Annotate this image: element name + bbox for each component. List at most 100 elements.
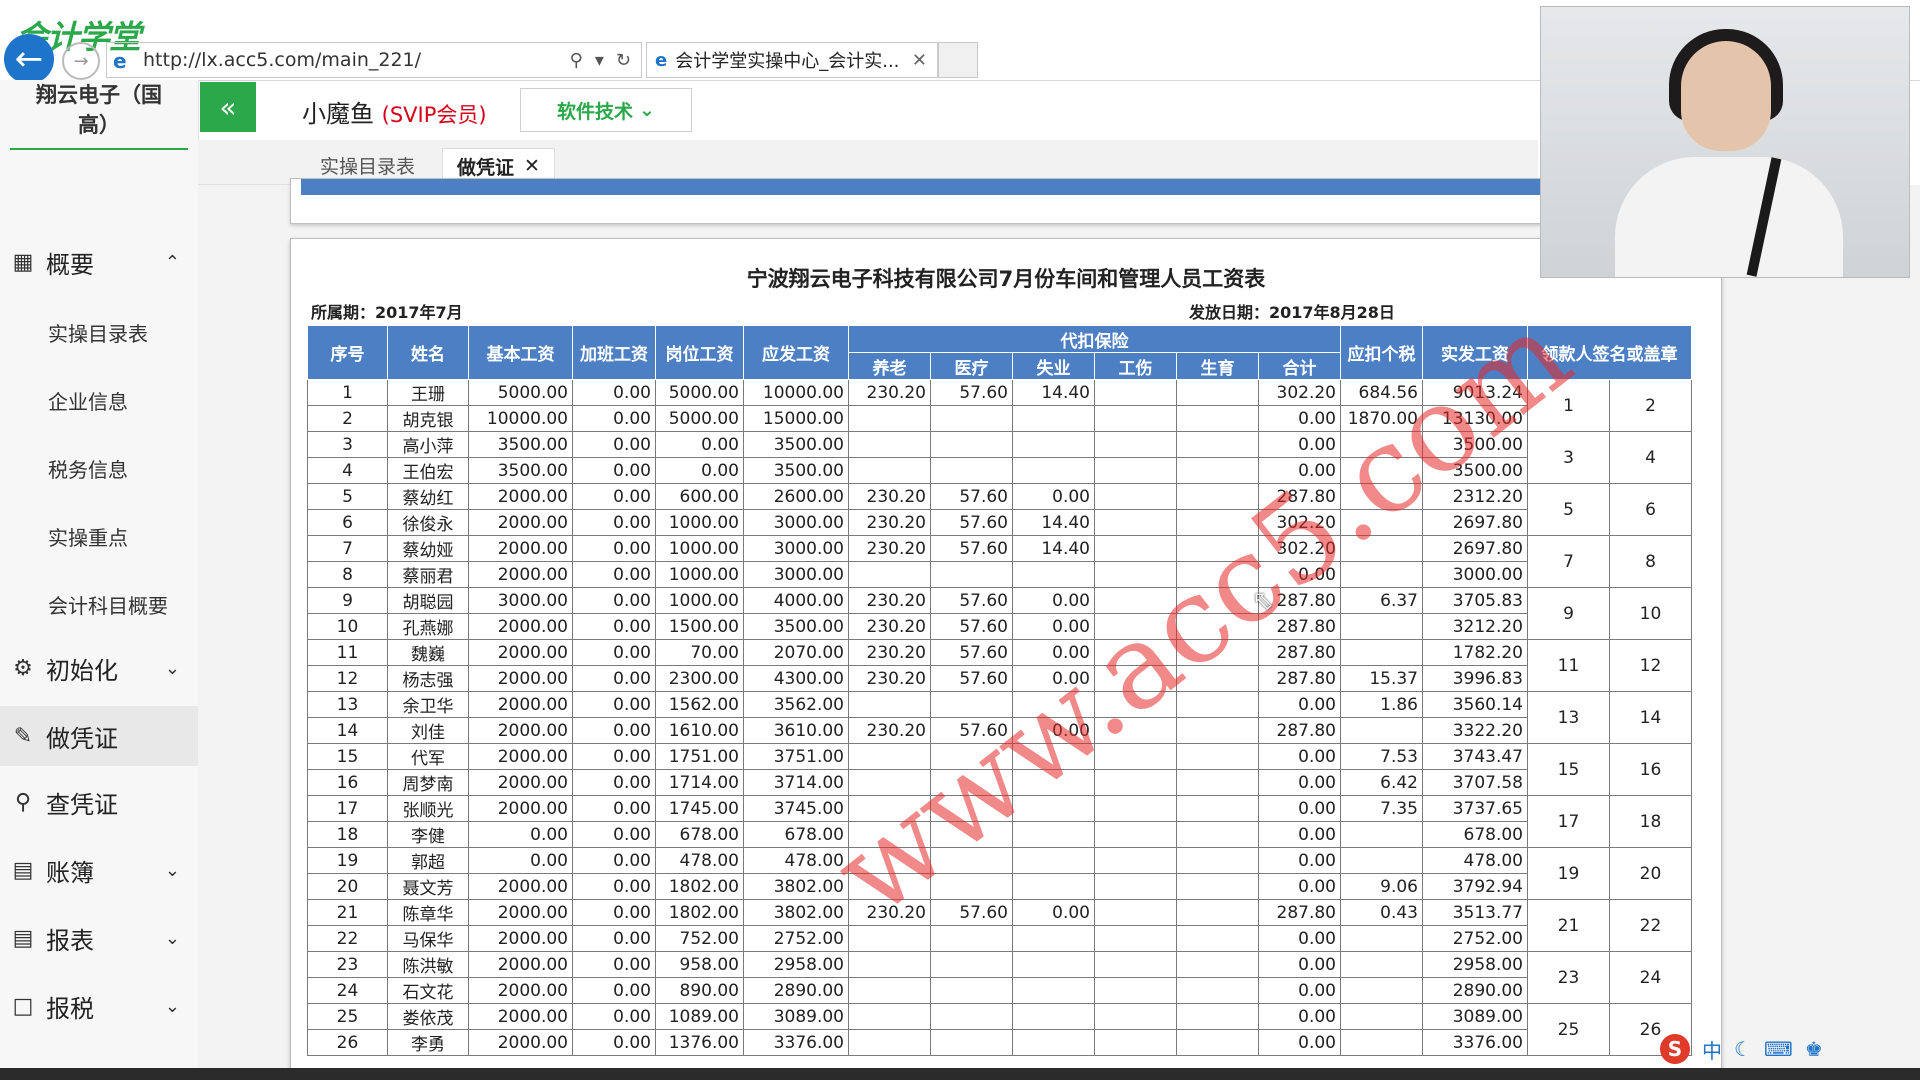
table-cell: 0.00 xyxy=(572,769,656,796)
signature-cell[interactable]: 25 xyxy=(1527,1003,1610,1056)
table-cell: 王伯宏 xyxy=(387,457,469,484)
table-cell: 23 xyxy=(307,951,388,978)
table-cell xyxy=(1094,925,1177,952)
table-cell: 0.00 xyxy=(572,821,656,848)
file-icon: □ xyxy=(12,993,34,1019)
table-cell: 287.80 xyxy=(1258,665,1341,692)
signature-cell[interactable]: 5 xyxy=(1527,483,1610,536)
new-tab-button[interactable] xyxy=(938,42,978,78)
gear-icon: ⚙ xyxy=(13,655,33,681)
signature-cell[interactable]: 8 xyxy=(1609,535,1692,588)
table-cell: 3000.00 xyxy=(1422,561,1528,588)
table-cell: 0.00 xyxy=(572,795,656,822)
table-cell: 1782.20 xyxy=(1422,639,1528,666)
tab-catalog[interactable]: 实操目录表 xyxy=(306,148,429,182)
table-cell: 3212.20 xyxy=(1422,613,1528,640)
sidebar-item-company-info[interactable]: 企业信息 xyxy=(48,386,128,415)
signature-cell[interactable]: 10 xyxy=(1609,587,1692,640)
table-cell: 0.00 xyxy=(572,951,656,978)
signature-cell[interactable]: 9 xyxy=(1527,587,1610,640)
grid-icon: ▦ xyxy=(12,249,34,275)
table-cell: 陈洪敏 xyxy=(387,951,469,978)
signature-cell[interactable]: 13 xyxy=(1527,691,1610,744)
table-cell xyxy=(1094,639,1177,666)
sogou-icon[interactable]: S xyxy=(1660,1034,1690,1064)
signature-cell[interactable]: 2 xyxy=(1609,379,1692,432)
ime-tray[interactable]: S 中 ☾ ⌨ ♚ xyxy=(1660,1034,1823,1064)
signature-cell[interactable]: 11 xyxy=(1527,639,1610,692)
table-cell: 0.00 xyxy=(1258,431,1341,458)
sidebar-item-tax-info[interactable]: 税务信息 xyxy=(48,454,128,483)
sidebar-item-catalog[interactable]: 实操目录表 xyxy=(48,318,148,347)
table-cell: 14.40 xyxy=(1012,509,1095,536)
signature-cell[interactable]: 23 xyxy=(1527,951,1610,1004)
table-cell: 302.20 xyxy=(1258,379,1341,406)
col-header-seq: 序号 xyxy=(307,325,388,380)
refresh-icon[interactable]: ↻ xyxy=(616,50,631,71)
signature-cell[interactable]: 22 xyxy=(1609,899,1692,952)
tab-close-icon[interactable]: ✕ xyxy=(912,50,927,71)
table-cell: 1089.00 xyxy=(655,1003,744,1030)
menu-make-voucher[interactable]: ✎ 做凭证 xyxy=(0,706,198,766)
menu-query-voucher[interactable]: ⚲ 查凭证 xyxy=(0,772,198,832)
table-row: 3 高小萍 3500.00 0.00 0.00 3500.00 0.00 3500.00 3 4 xyxy=(307,431,1692,484)
table-cell: 4 xyxy=(307,457,388,484)
menu-reports[interactable]: ▤ 报表 ⌄ xyxy=(0,908,198,968)
signature-cell[interactable]: 12 xyxy=(1609,639,1692,692)
collapse-sidebar-button[interactable]: « xyxy=(200,82,256,132)
tab-close-icon[interactable]: ✕ xyxy=(524,155,540,177)
signature-cell[interactable]: 24 xyxy=(1609,951,1692,1004)
sidebar-item-key-points[interactable]: 实操重点 xyxy=(48,522,128,551)
salary-table-body: 1 王珊 5000.00 0.00 5000.00 10000.00 230.20 57.60… xyxy=(307,379,1692,1056)
table-cell xyxy=(1176,977,1259,1004)
table-cell: 21 xyxy=(307,899,388,926)
software-tech-dropdown[interactable]: 软件技术 ⌄ xyxy=(520,88,692,132)
col-header-overtime: 加班工资 xyxy=(572,325,656,380)
moon-icon[interactable]: ☾ xyxy=(1734,1037,1752,1061)
menu-init[interactable]: ⚙ 初始化 ⌄ xyxy=(0,638,198,698)
table-cell: 高小萍 xyxy=(387,431,469,458)
signature-cell[interactable]: 17 xyxy=(1527,795,1610,848)
signature-cell[interactable]: 19 xyxy=(1527,847,1610,900)
search-icon[interactable]: ⚲ xyxy=(570,50,583,71)
signature-cell[interactable]: 14 xyxy=(1609,691,1692,744)
signature-cell[interactable]: 1 xyxy=(1527,379,1610,432)
table-cell xyxy=(848,951,931,978)
table-cell xyxy=(1094,717,1177,744)
signature-cell[interactable]: 4 xyxy=(1609,431,1692,484)
ime-lang[interactable]: 中 xyxy=(1702,1035,1722,1064)
browser-tab[interactable]: e 会计学堂实操中心_会计实... ✕ xyxy=(646,42,938,78)
table-cell xyxy=(1012,743,1095,770)
signature-cell[interactable]: 7 xyxy=(1527,535,1610,588)
signature-cell[interactable]: 20 xyxy=(1609,847,1692,900)
table-cell: 6.37 xyxy=(1340,587,1423,614)
menu-ledger[interactable]: ▤ 账簿 ⌄ xyxy=(0,840,198,900)
table-cell: 3322.20 xyxy=(1422,717,1528,744)
signature-cell[interactable]: 21 xyxy=(1527,899,1610,952)
menu-overview[interactable]: ▦ 概要 ⌃ xyxy=(0,232,198,292)
table-cell: 0.00 xyxy=(572,743,656,770)
signature-cell[interactable]: 18 xyxy=(1609,795,1692,848)
signature-cell[interactable]: 6 xyxy=(1609,483,1692,536)
table-cell: 10 xyxy=(307,613,388,640)
signature-cell[interactable]: 3 xyxy=(1527,431,1610,484)
menu-tax-filing[interactable]: □ 报税 ⌄ xyxy=(0,976,198,1036)
keyboard-icon[interactable]: ⌨ xyxy=(1764,1037,1793,1061)
signature-cell[interactable]: 15 xyxy=(1527,743,1610,796)
table-cell: 0.00 xyxy=(572,639,656,666)
sidebar-item-accounts[interactable]: 会计科目概要 xyxy=(48,590,168,619)
signature-cell[interactable]: 16 xyxy=(1609,743,1692,796)
col-header-pension: 养老 xyxy=(848,352,931,380)
table-cell: 57.60 xyxy=(930,379,1013,406)
table-cell: 0.00 xyxy=(572,873,656,900)
software-tech-label: 软件技术 xyxy=(557,100,634,123)
table-cell: 3802.00 xyxy=(743,899,849,926)
table-cell: 302.20 xyxy=(1258,509,1341,536)
table-cell: 12 xyxy=(307,665,388,692)
table-cell xyxy=(1094,873,1177,900)
dropdown-icon[interactable]: ▾ xyxy=(595,50,604,71)
shirt-icon[interactable]: ♚ xyxy=(1805,1037,1823,1061)
table-cell: 230.20 xyxy=(848,535,931,562)
table-row: 4 王伯宏 3500.00 0.00 0.00 3500.00 0.00 3500.00 xyxy=(307,457,1692,484)
table-cell: 2000.00 xyxy=(468,665,573,692)
